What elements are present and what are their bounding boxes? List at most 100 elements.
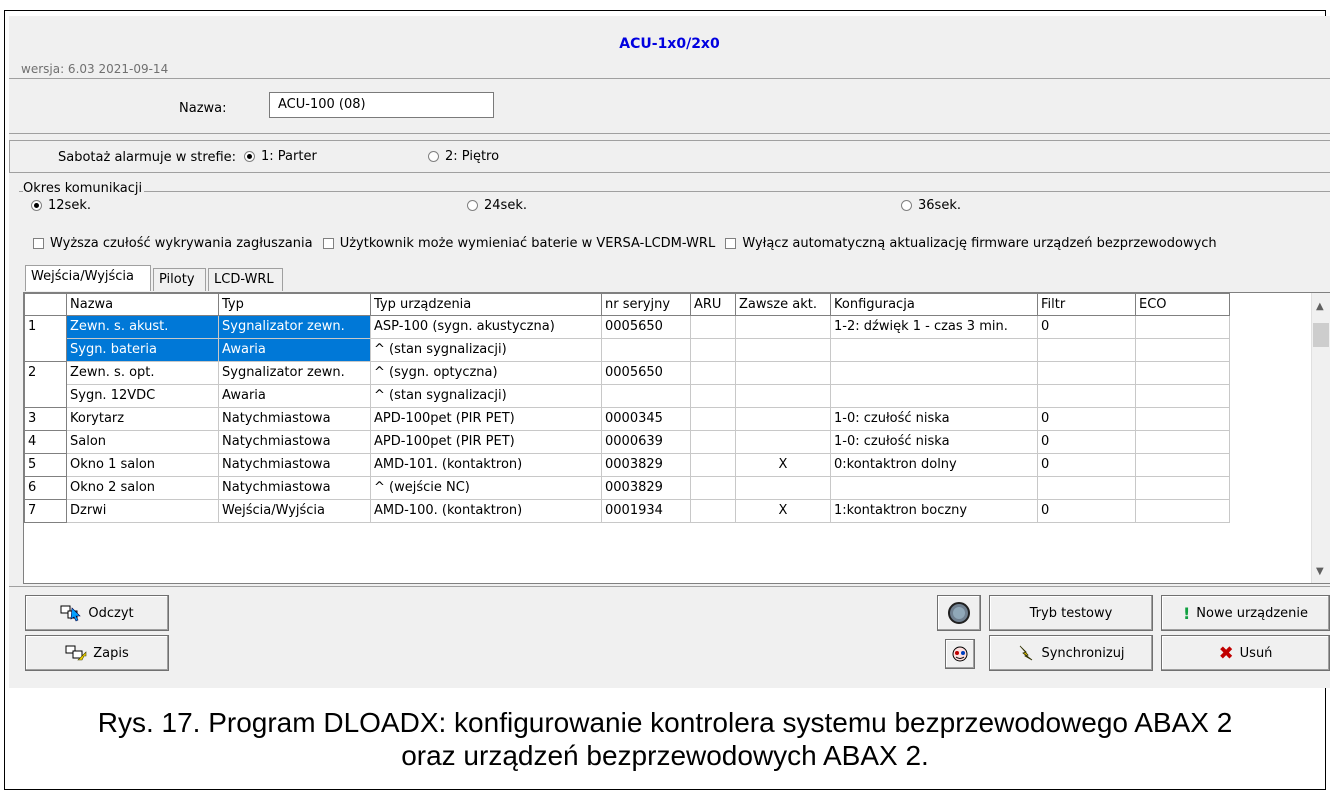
table-cell[interactable] [690,361,736,385]
table-cell[interactable] [1135,499,1230,523]
table-row[interactable]: Sygn. bateria Awaria ^ (stan sygnalizacji) [25,338,1230,362]
read-button[interactable]: Odczyt [25,595,169,631]
table-cell[interactable] [1135,338,1230,362]
table-cell[interactable]: X [735,453,831,477]
table-cell[interactable] [735,361,831,385]
table-cell[interactable]: 1-0: czułość niska [830,430,1038,454]
table-cell[interactable] [830,361,1038,385]
sabotage-option-1[interactable]: 1: Parter [244,149,317,164]
table-cell[interactable]: ^ (sygn. optyczna) [370,361,602,385]
table-cell[interactable] [1135,384,1230,408]
checkbox-jamming-sensitivity[interactable]: Wyższa czułość wykrywania zagłuszania [33,236,313,251]
new-device-button[interactable]: ! Nowe urządzenie [1161,595,1330,631]
vertical-scrollbar[interactable]: ▲ ▼ [1311,293,1330,583]
table-cell[interactable]: 0 [1037,430,1136,454]
diagnostics-button[interactable] [945,639,975,669]
period-option-36[interactable]: 36sek. [901,198,961,213]
table-cell[interactable]: Zewn. s. akust. [66,315,219,339]
table-cell[interactable]: Okno 2 salon [66,476,219,500]
table-cell[interactable]: Dzrwi [66,499,219,523]
table-cell[interactable]: AMD-101. (kontaktron) [370,453,602,477]
table-cell[interactable]: 0:kontaktron dolny [830,453,1038,477]
table-cell[interactable] [690,338,736,362]
table-cell[interactable] [735,384,831,408]
table-cell[interactable] [830,476,1038,500]
column-header[interactable]: ARU [690,293,736,316]
test-mode-button[interactable]: Tryb testowy [989,595,1153,631]
table-cell[interactable]: 0003829 [601,476,691,500]
table-cell[interactable] [1135,315,1230,339]
table-cell[interactable] [1135,407,1230,431]
table-row[interactable]: 7 Dzrwi Wejścia/Wyjścia AMD-100. (kontaktro… [24,499,1230,523]
table-cell[interactable] [735,430,831,454]
table-cell[interactable]: ^ (wejście NC) [370,476,602,500]
column-header[interactable]: ECO [1135,293,1230,316]
table-cell[interactable]: Natychmiastowa [218,453,371,477]
column-header[interactable]: Typ [218,293,371,316]
table-row[interactable]: 3 Korytarz Natychmiastowa APD-100pet (PIR P… [24,407,1230,431]
tab-lcd-wrl[interactable]: LCD-WRL [208,268,283,291]
table-cell[interactable]: Awaria [218,338,371,362]
column-header[interactable]: Konfiguracja [830,293,1038,316]
table-cell[interactable]: 0 [1037,315,1136,339]
column-header[interactable]: Nazwa [66,293,219,316]
table-cell[interactable]: 0 [1037,407,1136,431]
table-cell[interactable] [735,476,831,500]
table-cell[interactable]: X [735,499,831,523]
table-row[interactable]: 1 Zewn. s. akust. Sygnalizator zewn. ASP-10… [24,315,1230,362]
table-cell[interactable]: ASP-100 (sygn. akustyczna) [370,315,602,339]
table-cell[interactable]: ^ (stan sygnalizacji) [370,338,602,362]
tab-inputs-outputs[interactable]: Wejścia/Wyjścia [25,265,151,291]
table-row[interactable]: 4 Salon Natychmiastowa APD-100pet (PIR PET)… [24,430,1230,454]
table-cell[interactable]: Okno 1 salon [66,453,219,477]
table-cell[interactable]: 0001934 [601,499,691,523]
table-cell[interactable] [601,338,691,362]
period-option-12[interactable]: 12sek. [31,198,91,213]
table-cell[interactable] [1135,430,1230,454]
delete-button[interactable]: ✖ Usuń [1161,635,1330,671]
table-cell[interactable]: Korytarz [66,407,219,431]
column-header[interactable]: Zawsze akt. [735,293,831,316]
checkbox-disable-firmware-update[interactable]: Wyłącz automatyczną aktualizację firmwar… [725,236,1217,251]
table-cell[interactable] [735,407,831,431]
table-cell[interactable] [1037,361,1136,385]
checkbox-user-battery[interactable]: Użytkownik może wymieniać baterie w VERS… [322,236,715,251]
scroll-down-icon[interactable]: ▼ [1316,566,1324,577]
table-cell[interactable]: 1:kontaktron boczny [830,499,1038,523]
synchronize-button[interactable]: Synchronizuj [989,635,1153,671]
table-cell[interactable]: 1-0: czułość niska [830,407,1038,431]
table-cell[interactable] [1037,338,1136,362]
table-cell[interactable]: Natychmiastowa [218,430,371,454]
table-row[interactable]: Sygn. 12VDC Awaria ^ (stan sygnalizacji) [25,384,1230,408]
table-row[interactable]: 6 Okno 2 salon Natychmiastowa ^ (wejście NC… [24,476,1230,500]
table-cell[interactable] [735,315,831,339]
test-status-indicator[interactable] [937,595,981,631]
table-cell[interactable] [690,407,736,431]
table-cell[interactable]: Natychmiastowa [218,476,371,500]
table-cell[interactable] [735,338,831,362]
table-cell[interactable] [690,384,736,408]
table-row[interactable]: 2 Zewn. s. opt. Sygnalizator zewn. ^ (sygn.… [24,361,1230,408]
table-cell[interactable]: 0000345 [601,407,691,431]
table-row[interactable]: 5 Okno 1 salon Natychmiastowa AMD-101. (kon… [24,453,1230,477]
table-cell[interactable]: 0005650 [601,361,691,385]
column-header[interactable] [24,293,67,316]
table-cell[interactable] [1037,476,1136,500]
table-cell[interactable] [1135,453,1230,477]
table-cell[interactable]: Sygnalizator zewn. [218,361,371,385]
column-header[interactable]: Typ urządzenia [370,293,602,316]
table-cell[interactable]: 0005650 [601,315,691,339]
table-cell[interactable]: Salon [66,430,219,454]
table-cell[interactable]: Sygnalizator zewn. [218,315,371,339]
table-cell[interactable] [1037,384,1136,408]
period-option-24[interactable]: 24sek. [467,198,527,213]
table-cell[interactable]: APD-100pet (PIR PET) [370,430,602,454]
table-cell[interactable] [690,453,736,477]
table-cell[interactable] [1135,361,1230,385]
table-cell[interactable]: Sygn. bateria [66,338,219,362]
table-cell[interactable]: Sygn. 12VDC [66,384,219,408]
column-header[interactable]: Filtr [1037,293,1136,316]
table-cell[interactable]: 1-2: dźwięk 1 - czas 3 min. [830,315,1038,339]
table-cell[interactable]: Zewn. s. opt. [66,361,219,385]
table-cell[interactable]: 0 [1037,499,1136,523]
